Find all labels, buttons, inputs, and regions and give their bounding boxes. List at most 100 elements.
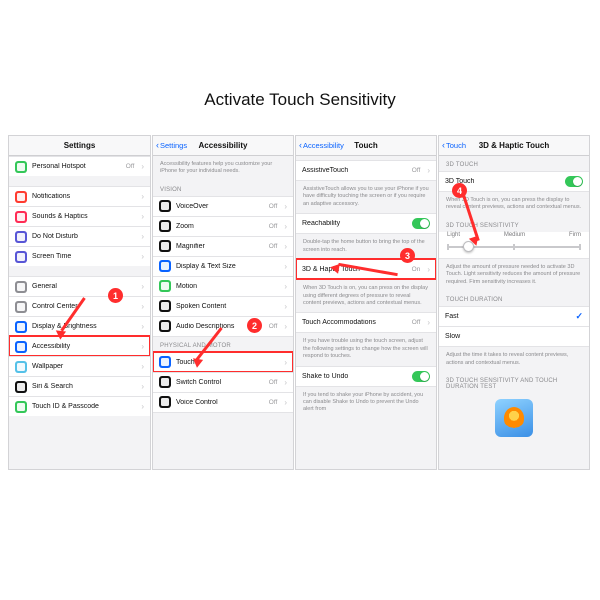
app-icon <box>159 240 171 252</box>
toggle-3dtouch[interactable] <box>565 176 583 187</box>
row-label: Touch ID & Passcode <box>32 403 134 410</box>
app-icon <box>15 341 27 353</box>
row-fast[interactable]: Fast✓ <box>439 306 589 326</box>
assistive-desc: AssistiveTouch allows you to use your iP… <box>296 181 436 213</box>
arrow-3 <box>330 258 405 288</box>
slider-desc: Adjust the amount of pressure needed to … <box>439 259 589 291</box>
check-icon: ✓ <box>575 311 583 322</box>
chevron-right-icon: › <box>284 202 287 211</box>
row-label: Screen Time <box>32 253 134 260</box>
vision-row-0[interactable]: VoiceOverOff› <box>153 196 293 216</box>
header-touch: ‹Accessibility Touch <box>296 136 436 156</box>
header-3dhaptic: ‹Touch 3D & Haptic Touch <box>439 136 589 156</box>
row-label: Wallpaper <box>32 363 134 370</box>
app-icon <box>15 321 27 333</box>
step-badge-4: 4 <box>452 183 467 198</box>
shake-desc: If you tend to shake your iPhone by acci… <box>296 387 436 419</box>
chevron-right-icon: › <box>284 242 287 251</box>
app-icon <box>159 396 171 408</box>
toggle-shake[interactable] <box>412 371 430 382</box>
settings-row-3[interactable]: Sounds & Haptics› <box>9 206 150 226</box>
row-label: Siri & Search <box>32 383 134 390</box>
chevron-right-icon: › <box>427 265 430 274</box>
app-icon <box>159 260 171 272</box>
sec-3dtouch: 3D TOUCH <box>439 156 589 171</box>
app-icon <box>159 300 171 312</box>
chevron-right-icon: › <box>284 222 287 231</box>
row-label: Sounds & Haptics <box>32 213 134 220</box>
row-slow[interactable]: Slow <box>439 326 589 346</box>
app-icon <box>159 320 171 332</box>
back-accessibility[interactable]: ‹Accessibility <box>299 136 344 155</box>
app-icon <box>159 376 171 388</box>
chevron-right-icon: › <box>141 252 144 261</box>
step-badge-2: 2 <box>247 318 262 333</box>
toggle-reachability[interactable] <box>412 218 430 229</box>
chevron-right-icon: › <box>141 322 144 331</box>
settings-row-2[interactable]: Notifications › <box>9 186 150 206</box>
row-touch-accommodations[interactable]: Touch AccommodationsOff› <box>296 312 436 332</box>
sec-duration: TOUCH DURATION <box>439 291 589 306</box>
row-shake-to-undo[interactable]: Shake to Undo <box>296 366 436 386</box>
row-label: Personal Hotspot <box>32 163 121 170</box>
chevron-right-icon: › <box>284 262 287 271</box>
chevron-right-icon: › <box>141 192 144 201</box>
app-icon <box>15 361 27 373</box>
app-icon <box>159 200 171 212</box>
row-label: VoiceOver <box>176 203 264 210</box>
row-label: Zoom <box>176 223 264 230</box>
row-label: Do Not Disturb <box>32 233 134 240</box>
settings-row-4[interactable]: Do Not Disturb› <box>9 226 150 246</box>
chevron-right-icon: › <box>141 162 144 171</box>
row-label: Voice Control <box>176 399 264 406</box>
app-icon <box>159 280 171 292</box>
accessibility-intro: Accessibility features help you customiz… <box>153 156 293 181</box>
chevron-right-icon: › <box>284 302 287 311</box>
settings-row-7[interactable]: General› <box>9 276 150 296</box>
motor-row-2[interactable]: Voice ControlOff› <box>153 392 293 412</box>
vision-row-3[interactable]: Display & Text Size › <box>153 256 293 276</box>
reach-desc: Double-tap the home button to bring the … <box>296 234 436 259</box>
row-label: Spoken Content <box>176 303 277 310</box>
vision-row-2[interactable]: MagnifierOff› <box>153 236 293 256</box>
step-badge-1: 1 <box>108 288 123 303</box>
section-vision: VISION <box>153 181 293 196</box>
chevron-right-icon: › <box>141 382 144 391</box>
back-settings[interactable]: ‹Settings <box>156 136 187 155</box>
chevron-left-icon: ‹ <box>156 141 159 150</box>
accom-desc: If you have trouble using the touch scre… <box>296 333 436 365</box>
settings-row-13[interactable]: Touch ID & Passcode› <box>9 396 150 416</box>
row-assistivetouch[interactable]: AssistiveTouchOff› <box>296 160 436 180</box>
app-icon <box>15 231 27 243</box>
chevron-right-icon: › <box>141 302 144 311</box>
test-image[interactable] <box>495 399 533 437</box>
vision-row-1[interactable]: ZoomOff› <box>153 216 293 236</box>
row-label: Switch Control <box>176 379 264 386</box>
step-badge-3: 3 <box>400 248 415 263</box>
row-label: Display & Text Size <box>176 263 277 270</box>
arrow-2 <box>190 328 250 378</box>
chevron-right-icon: › <box>284 378 287 387</box>
vision-row-5[interactable]: Spoken Content › <box>153 296 293 316</box>
panel-accessibility: ‹Settings Accessibility Accessibility fe… <box>152 135 294 470</box>
settings-row-5[interactable]: Screen Time › <box>9 246 150 266</box>
settings-row-0[interactable]: Personal HotspotOff› <box>9 156 150 176</box>
app-icon <box>159 220 171 232</box>
settings-row-11[interactable]: Wallpaper› <box>9 356 150 376</box>
settings-row-12[interactable]: Siri & Search › <box>9 376 150 396</box>
header-settings: Settings <box>9 136 150 156</box>
back-touch[interactable]: ‹Touch <box>442 136 466 155</box>
sec-test: 3D TOUCH SENSITIVITY AND TOUCH DURATION … <box>439 372 589 393</box>
row-label: Notifications <box>32 193 134 200</box>
chevron-right-icon: › <box>284 398 287 407</box>
chevron-right-icon: › <box>427 318 430 327</box>
page-title: Activate Touch Sensitivity <box>0 90 600 110</box>
app-icon <box>15 191 27 203</box>
chevron-right-icon: › <box>284 322 287 331</box>
row-reachability[interactable]: Reachability <box>296 213 436 233</box>
header-accessibility: ‹Settings Accessibility <box>153 136 293 156</box>
app-icon <box>15 301 27 313</box>
app-icon <box>15 281 27 293</box>
vision-row-4[interactable]: Motion› <box>153 276 293 296</box>
app-icon <box>15 401 27 413</box>
